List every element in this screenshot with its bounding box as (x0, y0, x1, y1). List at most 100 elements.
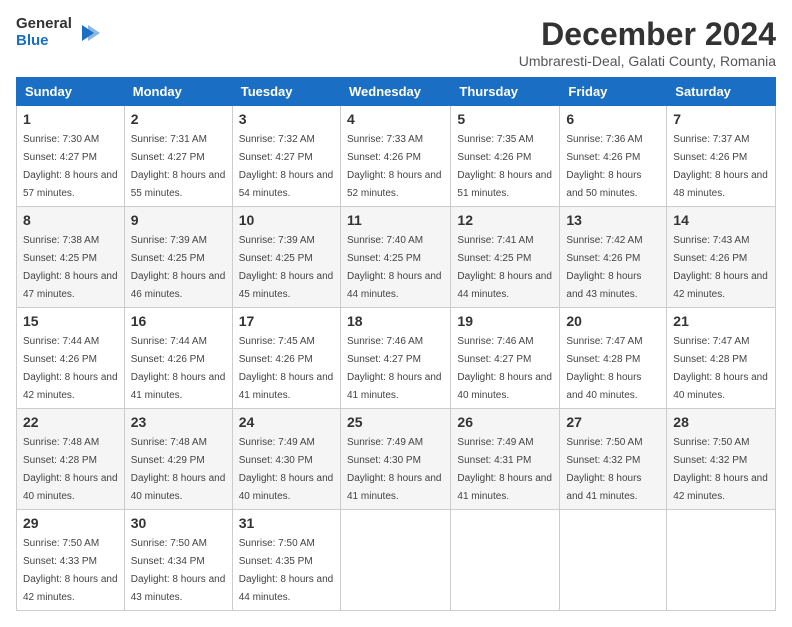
calendar-cell: 18 Sunrise: 7:46 AMSunset: 4:27 PMDaylig… (340, 308, 450, 409)
calendar-cell: 2 Sunrise: 7:31 AMSunset: 4:27 PMDayligh… (124, 106, 232, 207)
calendar-cell: 21 Sunrise: 7:47 AMSunset: 4:28 PMDaylig… (667, 308, 776, 409)
day-number: 18 (347, 313, 444, 329)
calendar-cell: 28 Sunrise: 7:50 AMSunset: 4:32 PMDaylig… (667, 409, 776, 510)
calendar-cell: 17 Sunrise: 7:45 AMSunset: 4:26 PMDaylig… (232, 308, 340, 409)
calendar-week-row: 22 Sunrise: 7:48 AMSunset: 4:28 PMDaylig… (17, 409, 776, 510)
calendar-cell (560, 510, 667, 611)
day-info: Sunrise: 7:50 AMSunset: 4:32 PMDaylight:… (566, 437, 642, 502)
day-info: Sunrise: 7:50 AMSunset: 4:32 PMDaylight:… (673, 437, 768, 502)
calendar-cell: 19 Sunrise: 7:46 AMSunset: 4:27 PMDaylig… (451, 308, 560, 409)
calendar-cell: 15 Sunrise: 7:44 AMSunset: 4:26 PMDaylig… (17, 308, 125, 409)
page-header: General Blue December 2024 Umbraresti-De… (16, 16, 776, 69)
day-number: 6 (566, 111, 660, 127)
calendar-cell: 22 Sunrise: 7:48 AMSunset: 4:28 PMDaylig… (17, 409, 125, 510)
calendar-cell: 7 Sunrise: 7:37 AMSunset: 4:26 PMDayligh… (667, 106, 776, 207)
day-info: Sunrise: 7:42 AMSunset: 4:26 PMDaylight:… (566, 235, 642, 300)
logo-chevron-icon (76, 21, 100, 45)
calendar-col-header: Sunday (17, 78, 125, 106)
day-info: Sunrise: 7:33 AMSunset: 4:26 PMDaylight:… (347, 134, 442, 199)
calendar-cell: 20 Sunrise: 7:47 AMSunset: 4:28 PMDaylig… (560, 308, 667, 409)
day-number: 11 (347, 212, 444, 228)
day-info: Sunrise: 7:50 AMSunset: 4:33 PMDaylight:… (23, 538, 118, 603)
day-info: Sunrise: 7:45 AMSunset: 4:26 PMDaylight:… (239, 336, 334, 401)
day-info: Sunrise: 7:44 AMSunset: 4:26 PMDaylight:… (23, 336, 118, 401)
day-number: 21 (673, 313, 769, 329)
calendar-cell: 6 Sunrise: 7:36 AMSunset: 4:26 PMDayligh… (560, 106, 667, 207)
day-info: Sunrise: 7:47 AMSunset: 4:28 PMDaylight:… (673, 336, 768, 401)
day-number: 7 (673, 111, 769, 127)
day-number: 26 (457, 414, 553, 430)
day-number: 23 (131, 414, 226, 430)
day-number: 22 (23, 414, 118, 430)
day-info: Sunrise: 7:41 AMSunset: 4:25 PMDaylight:… (457, 235, 552, 300)
day-info: Sunrise: 7:46 AMSunset: 4:27 PMDaylight:… (347, 336, 442, 401)
calendar-cell: 23 Sunrise: 7:48 AMSunset: 4:29 PMDaylig… (124, 409, 232, 510)
day-info: Sunrise: 7:48 AMSunset: 4:29 PMDaylight:… (131, 437, 226, 502)
day-info: Sunrise: 7:39 AMSunset: 4:25 PMDaylight:… (131, 235, 226, 300)
calendar-col-header: Tuesday (232, 78, 340, 106)
calendar-cell: 3 Sunrise: 7:32 AMSunset: 4:27 PMDayligh… (232, 106, 340, 207)
day-number: 16 (131, 313, 226, 329)
day-info: Sunrise: 7:37 AMSunset: 4:26 PMDaylight:… (673, 134, 768, 199)
calendar-cell: 5 Sunrise: 7:35 AMSunset: 4:26 PMDayligh… (451, 106, 560, 207)
day-number: 19 (457, 313, 553, 329)
calendar-cell (451, 510, 560, 611)
day-number: 8 (23, 212, 118, 228)
calendar-cell: 10 Sunrise: 7:39 AMSunset: 4:25 PMDaylig… (232, 207, 340, 308)
day-info: Sunrise: 7:36 AMSunset: 4:26 PMDaylight:… (566, 134, 642, 199)
calendar-week-row: 15 Sunrise: 7:44 AMSunset: 4:26 PMDaylig… (17, 308, 776, 409)
calendar-col-header: Wednesday (340, 78, 450, 106)
calendar-cell: 26 Sunrise: 7:49 AMSunset: 4:31 PMDaylig… (451, 409, 560, 510)
location-title: Umbraresti-Deal, Galati County, Romania (519, 53, 776, 69)
day-info: Sunrise: 7:44 AMSunset: 4:26 PMDaylight:… (131, 336, 226, 401)
calendar-week-row: 8 Sunrise: 7:38 AMSunset: 4:25 PMDayligh… (17, 207, 776, 308)
logo: General Blue (16, 16, 100, 49)
calendar-cell: 4 Sunrise: 7:33 AMSunset: 4:26 PMDayligh… (340, 106, 450, 207)
day-number: 14 (673, 212, 769, 228)
day-number: 1 (23, 111, 118, 127)
calendar-col-header: Friday (560, 78, 667, 106)
day-number: 31 (239, 515, 334, 531)
day-info: Sunrise: 7:49 AMSunset: 4:30 PMDaylight:… (239, 437, 334, 502)
calendar-cell: 25 Sunrise: 7:49 AMSunset: 4:30 PMDaylig… (340, 409, 450, 510)
day-number: 9 (131, 212, 226, 228)
day-number: 3 (239, 111, 334, 127)
day-info: Sunrise: 7:30 AMSunset: 4:27 PMDaylight:… (23, 134, 118, 199)
day-number: 2 (131, 111, 226, 127)
calendar-col-header: Thursday (451, 78, 560, 106)
day-info: Sunrise: 7:49 AMSunset: 4:31 PMDaylight:… (457, 437, 552, 502)
calendar-cell: 13 Sunrise: 7:42 AMSunset: 4:26 PMDaylig… (560, 207, 667, 308)
calendar-cell: 30 Sunrise: 7:50 AMSunset: 4:34 PMDaylig… (124, 510, 232, 611)
calendar-cell: 29 Sunrise: 7:50 AMSunset: 4:33 PMDaylig… (17, 510, 125, 611)
day-info: Sunrise: 7:43 AMSunset: 4:26 PMDaylight:… (673, 235, 768, 300)
day-number: 4 (347, 111, 444, 127)
calendar-cell: 27 Sunrise: 7:50 AMSunset: 4:32 PMDaylig… (560, 409, 667, 510)
calendar-week-row: 29 Sunrise: 7:50 AMSunset: 4:33 PMDaylig… (17, 510, 776, 611)
day-number: 28 (673, 414, 769, 430)
calendar-cell: 12 Sunrise: 7:41 AMSunset: 4:25 PMDaylig… (451, 207, 560, 308)
calendar-col-header: Saturday (667, 78, 776, 106)
calendar-cell (667, 510, 776, 611)
day-number: 25 (347, 414, 444, 430)
day-info: Sunrise: 7:46 AMSunset: 4:27 PMDaylight:… (457, 336, 552, 401)
day-info: Sunrise: 7:48 AMSunset: 4:28 PMDaylight:… (23, 437, 118, 502)
day-info: Sunrise: 7:40 AMSunset: 4:25 PMDaylight:… (347, 235, 442, 300)
day-number: 10 (239, 212, 334, 228)
calendar-cell: 1 Sunrise: 7:30 AMSunset: 4:27 PMDayligh… (17, 106, 125, 207)
calendar-cell: 8 Sunrise: 7:38 AMSunset: 4:25 PMDayligh… (17, 207, 125, 308)
month-title: December 2024 (519, 16, 776, 53)
calendar-header-row: SundayMondayTuesdayWednesdayThursdayFrid… (17, 78, 776, 106)
calendar-cell: 16 Sunrise: 7:44 AMSunset: 4:26 PMDaylig… (124, 308, 232, 409)
day-info: Sunrise: 7:50 AMSunset: 4:35 PMDaylight:… (239, 538, 334, 603)
calendar-cell: 31 Sunrise: 7:50 AMSunset: 4:35 PMDaylig… (232, 510, 340, 611)
day-info: Sunrise: 7:49 AMSunset: 4:30 PMDaylight:… (347, 437, 442, 502)
day-info: Sunrise: 7:39 AMSunset: 4:25 PMDaylight:… (239, 235, 334, 300)
day-info: Sunrise: 7:32 AMSunset: 4:27 PMDaylight:… (239, 134, 334, 199)
day-number: 13 (566, 212, 660, 228)
calendar-col-header: Monday (124, 78, 232, 106)
day-number: 29 (23, 515, 118, 531)
day-info: Sunrise: 7:35 AMSunset: 4:26 PMDaylight:… (457, 134, 552, 199)
calendar-cell: 14 Sunrise: 7:43 AMSunset: 4:26 PMDaylig… (667, 207, 776, 308)
day-number: 24 (239, 414, 334, 430)
day-number: 12 (457, 212, 553, 228)
